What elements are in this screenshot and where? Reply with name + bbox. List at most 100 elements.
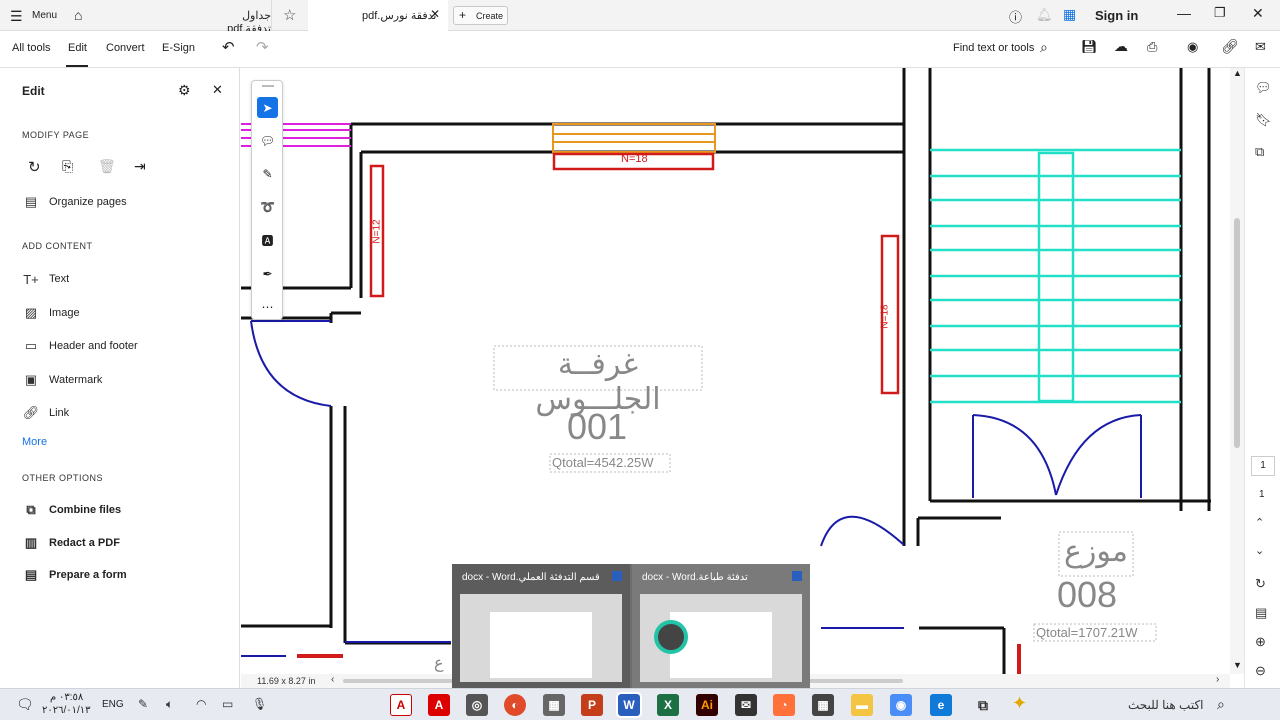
link-icon[interactable]: 🔗︎	[1221, 38, 1239, 55]
find-text-tools[interactable]: Find text or tools	[953, 42, 1034, 54]
search-taskbar-icon[interactable]: ⌕	[1217, 696, 1225, 713]
app-red-circle-icon[interactable]: ◐	[504, 694, 526, 716]
more-link[interactable]: More	[22, 436, 47, 448]
firefox-icon[interactable]: ◔	[773, 694, 795, 716]
more-tools-icon[interactable]: ⋯	[257, 296, 278, 317]
email-icon[interactable]: ✉	[1255, 39, 1266, 55]
scroll-thumb[interactable]	[1234, 218, 1240, 448]
maximize-icon[interactable]: ❐	[1214, 5, 1226, 21]
redact-item[interactable]: ▥ Redact a PDF	[22, 533, 120, 553]
next-page-icon[interactable]: ⌄	[1255, 544, 1264, 557]
link-item[interactable]: 🔗︎ Link	[22, 403, 69, 423]
combine-files-item[interactable]: ⧉ Combine files	[22, 500, 121, 520]
pen-icon[interactable]: ✎	[138, 697, 148, 711]
powerpoint-icon[interactable]: P	[581, 694, 603, 716]
calculator-icon[interactable]: ▦	[543, 694, 565, 716]
freehand-draw-icon[interactable]: ➰	[257, 196, 278, 217]
organize-pages-item[interactable]: ▤ Organize pages	[22, 192, 127, 212]
all-tools-tab[interactable]: All tools	[12, 42, 51, 54]
edge-icon[interactable]: e	[930, 694, 952, 716]
extract-page-icon[interactable]: ⇥	[134, 158, 146, 175]
clock-time[interactable]: ٠٣:٥٨ م	[50, 692, 83, 703]
close-tab-icon[interactable]: ✕	[430, 7, 440, 21]
file-explorer-icon[interactable]: ▬	[851, 694, 873, 716]
zoom-out-icon[interactable]: ⊖	[1255, 663, 1266, 679]
share-user-icon[interactable]: ◉	[1187, 39, 1198, 55]
scroll-down-icon[interactable]: ▼	[1233, 660, 1242, 670]
sign-in-button[interactable]: Sign in	[1095, 8, 1138, 23]
battery-icon[interactable]: ▭	[222, 697, 233, 711]
gear-icon[interactable]: ⚙	[178, 82, 191, 99]
language-indicator[interactable]: ENG	[102, 699, 124, 710]
highlight-pen-icon[interactable]: ✎	[257, 163, 278, 184]
pages-icon[interactable]: ⧉	[1255, 144, 1264, 160]
prepare-form-item[interactable]: ▤ Prepare a form	[22, 565, 127, 585]
menu-button[interactable]: Menu	[32, 10, 57, 21]
rotate-view-icon[interactable]: ↻	[1255, 576, 1266, 592]
task-view-icon[interactable]: ⧉	[972, 694, 994, 716]
text-item[interactable]: T+ Text	[22, 269, 69, 289]
tab-2-active[interactable]: تدفقة نورس.pdf ✕	[308, 0, 448, 31]
mic-icon[interactable]: 🎙︎	[252, 697, 267, 711]
comments-icon[interactable]: 💬︎	[1255, 80, 1272, 96]
esign-tab[interactable]: E-Sign	[162, 42, 195, 54]
image-label: Image	[49, 307, 80, 319]
hamburger-icon[interactable]: ☰	[10, 8, 23, 25]
star-icon[interactable]: ☆	[283, 6, 296, 24]
redo-icon[interactable]: ↷	[256, 38, 269, 56]
undo-icon[interactable]: ↶	[222, 38, 235, 56]
acrobat-reader-icon[interactable]: A	[390, 694, 412, 716]
apps-icon[interactable]: ▦	[1063, 6, 1076, 23]
tab-1[interactable]: جداول تدفقة.pdf	[96, 0, 272, 35]
create-button[interactable]: + Create	[453, 6, 508, 25]
page-number-input[interactable]: 1	[1251, 456, 1275, 476]
word-taskbar-icon[interactable]: W	[616, 692, 642, 718]
drag-handle[interactable]	[262, 85, 274, 87]
chrome-icon[interactable]: ◉	[890, 694, 912, 716]
convert-tab[interactable]: Convert	[106, 42, 145, 54]
close-panel-icon[interactable]: ✕	[212, 82, 223, 98]
print-icon[interactable]: ⎙	[1147, 39, 1157, 55]
close-window-icon[interactable]: ✕	[1252, 5, 1264, 22]
search-icon[interactable]: ⌕	[1040, 39, 1048, 56]
zoom-in-icon[interactable]: ⊕	[1255, 634, 1266, 650]
bookmark-icon[interactable]: 🔖︎	[1255, 112, 1272, 128]
image-item[interactable]: ▨ Image	[22, 303, 80, 323]
header-footer-item[interactable]: ▭ Header and footer	[22, 336, 138, 356]
text-box-icon[interactable]: 🅰︎	[257, 230, 278, 251]
wifi-icon[interactable]: ◠	[196, 697, 206, 711]
excel-icon[interactable]: X	[657, 694, 679, 716]
save-icon[interactable]: 💾︎	[1081, 39, 1098, 55]
watermark-item[interactable]: ▣ Watermark	[22, 370, 103, 390]
preview-card-2[interactable]: تدفئة طباعة.docx - Word	[632, 564, 810, 688]
upload-cloud-icon[interactable]: ☁	[1114, 38, 1128, 55]
help-icon[interactable]: ⓘ	[1009, 7, 1022, 26]
delete-icon[interactable]: 🗑︎	[98, 158, 116, 175]
prev-page-icon[interactable]: ⌃	[1255, 516, 1264, 529]
volume-icon[interactable]: 🔈︎	[166, 697, 173, 712]
scroll-left-icon[interactable]: ‹	[331, 674, 334, 685]
mail-icon[interactable]: ✉	[735, 694, 757, 716]
sign-icon[interactable]: ✒	[257, 263, 278, 284]
store-icon[interactable]: ▦	[812, 694, 834, 716]
add-comment-icon[interactable]: 💬︎	[257, 130, 278, 151]
notification-icon[interactable]: 🗨︎	[16, 696, 34, 713]
insert-page-icon[interactable]: ⎘	[62, 158, 73, 175]
taskbar-search-box[interactable]: اكتب هنا للبحث	[1128, 698, 1204, 712]
home-icon[interactable]: ⌂	[74, 7, 82, 23]
widgets-icon[interactable]: ✦	[1012, 693, 1027, 714]
vertical-scrollbar[interactable]: ▲ ▼	[1230, 68, 1244, 674]
minimize-icon[interactable]: —	[1177, 5, 1191, 21]
acrobat-icon[interactable]: A	[428, 694, 450, 716]
illustrator-icon[interactable]: Ai	[696, 694, 718, 716]
clock-date[interactable]: ٢٠٢٦/٠١/١٣	[42, 705, 91, 716]
rotate-icon[interactable]: ↻	[28, 158, 41, 176]
select-cursor-icon[interactable]: ➤	[257, 97, 278, 118]
scroll-up-icon[interactable]: ▲	[1233, 68, 1242, 78]
camera-icon[interactable]: ◎	[466, 694, 488, 716]
bell-icon[interactable]: 🔔︎	[1036, 7, 1053, 23]
edit-tab[interactable]: Edit	[68, 42, 87, 54]
scroll-right-icon[interactable]: ›	[1216, 674, 1219, 685]
extract-icon[interactable]: ▤	[1255, 605, 1267, 621]
preview-card-1[interactable]: قسم التدفئة العملي.docx - Word	[452, 564, 630, 688]
